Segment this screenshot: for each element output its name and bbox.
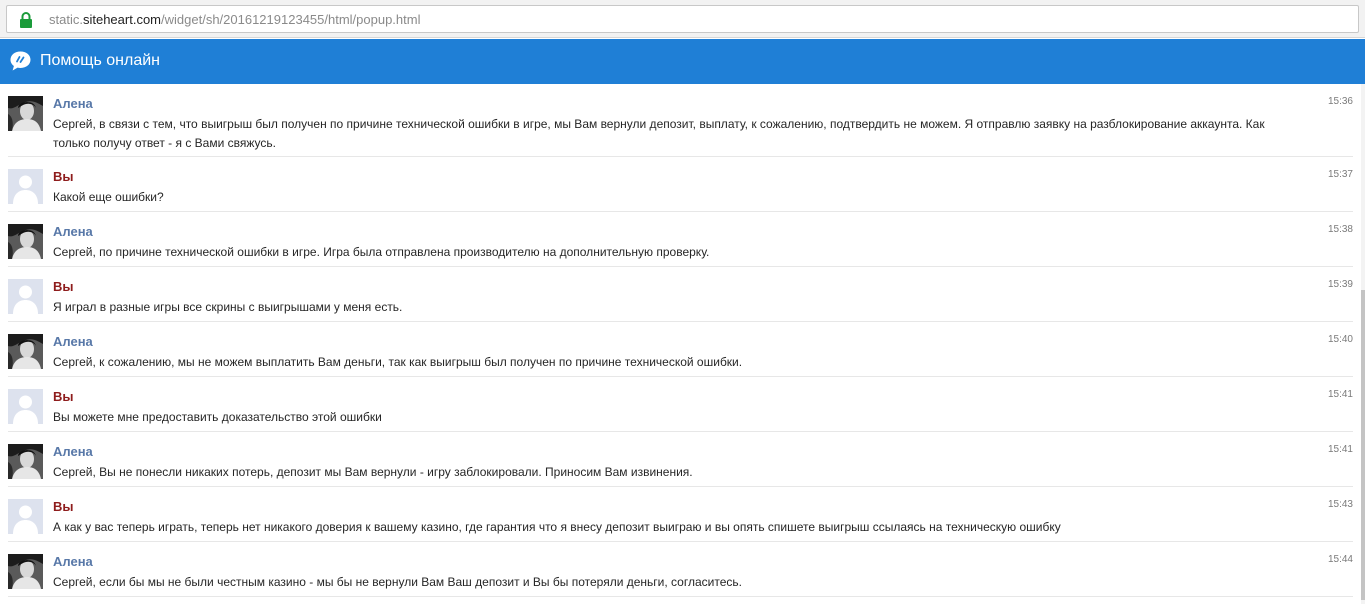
user-avatar <box>8 389 43 424</box>
message-author: Алена <box>53 444 93 459</box>
message-item: Алена 15:44 Сергей, если бы мы не были чес… <box>8 542 1353 597</box>
chat-title: Помощь онлайн <box>40 52 160 69</box>
lock-icon <box>19 12 33 28</box>
message-text: Я играл в разные игры все скрины с выигр… <box>53 300 403 314</box>
user-avatar <box>8 499 43 534</box>
message-author: Алена <box>53 554 93 569</box>
message-author: Алена <box>53 224 93 239</box>
message-text: Сергей, в связи с тем, что выигрыш был п… <box>53 117 1265 150</box>
operator-avatar <box>8 444 43 479</box>
user-avatar <box>8 169 43 204</box>
chat-header: Помощь онлайн <box>0 39 1365 84</box>
message-text: Сергей, по причине технической ошибки в … <box>53 245 710 259</box>
message-author: Алена <box>53 96 93 111</box>
message-time: 15:43 <box>1327 499 1353 510</box>
browser-address-bar: static.siteheart.com/widget/sh/201612191… <box>0 0 1365 38</box>
message-author: Вы <box>53 169 74 184</box>
message-time: 15:38 <box>1327 224 1353 235</box>
message-item: Вы 15:43 А как у вас теперь играть, теперь… <box>8 487 1353 542</box>
message-time: 15:44 <box>1327 554 1353 565</box>
message-text: Вы можете мне предоставить доказательств… <box>53 410 382 424</box>
message-text: Сергей, если бы мы не были честным казин… <box>53 575 742 589</box>
message-author: Вы <box>53 279 74 294</box>
message-list[interactable]: Алена 15:36 Сергей, в связи с тем, что выи… <box>0 84 1365 604</box>
message-time: 15:39 <box>1327 279 1353 290</box>
url-field[interactable]: static.siteheart.com/widget/sh/201612191… <box>6 5 1359 33</box>
message-author: Алена <box>53 334 93 349</box>
message-time: 15:37 <box>1327 169 1353 180</box>
message-item: Алена 15:38 Сергей, по причине технической… <box>8 212 1353 267</box>
message-author: Вы <box>53 499 74 514</box>
operator-avatar <box>8 96 43 131</box>
user-avatar <box>8 279 43 314</box>
message-time: 15:36 <box>1327 96 1353 107</box>
message-item: Алена 15:40 Сергей, к сожалению, мы не мож… <box>8 322 1353 377</box>
message-text: Какой еще ошибки? <box>53 190 164 204</box>
url-host: siteheart.com <box>82 12 162 27</box>
message-time: 15:41 <box>1327 444 1353 455</box>
message-item: Вы 15:41 Вы можете мне предоставить доказа… <box>8 377 1353 432</box>
message-time: 15:41 <box>1327 389 1353 400</box>
message-text: Сергей, Вы не понесли никаких потерь, де… <box>53 465 693 479</box>
scrollbar-thumb[interactable] <box>1361 290 1365 600</box>
message-item: Алена 15:41 Сергей, Вы не понесли никаких … <box>8 432 1353 487</box>
message-item: Вы 15:37 Какой еще ошибки? <box>8 157 1353 212</box>
url-scheme: static. <box>49 12 83 27</box>
url-text: static.siteheart.com/widget/sh/201612191… <box>49 12 420 28</box>
operator-avatar <box>8 554 43 589</box>
message-text: Сергей, к сожалению, мы не можем выплати… <box>53 355 743 369</box>
operator-avatar <box>8 224 43 259</box>
message-item: Алена 15:36 Сергей, в связи с тем, что выи… <box>8 84 1353 157</box>
url-path: /widget/sh/20161219123455/html/popup.htm… <box>161 12 421 27</box>
chat-bubble-icon <box>9 50 32 72</box>
message-item: Вы 15:39 Я играл в разные игры все скрины … <box>8 267 1353 322</box>
message-text: А как у вас теперь играть, теперь нет ни… <box>53 520 1061 534</box>
message-time: 15:40 <box>1327 334 1353 345</box>
message-author: Вы <box>53 389 74 404</box>
operator-avatar <box>8 334 43 369</box>
